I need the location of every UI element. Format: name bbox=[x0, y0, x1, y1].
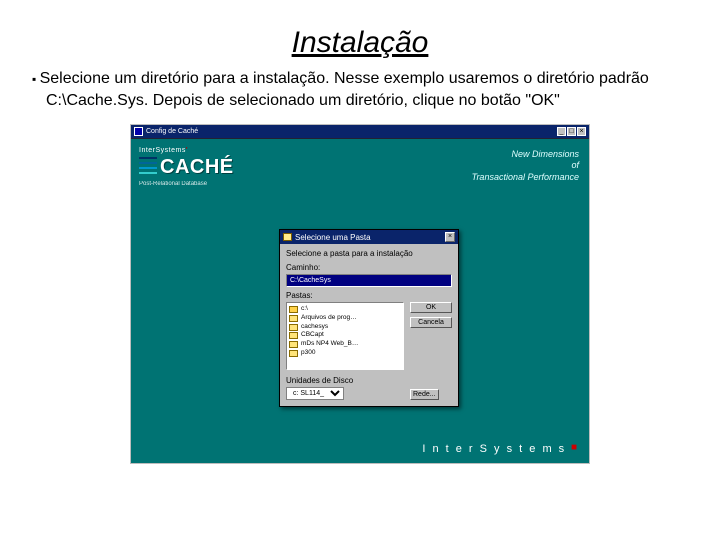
slide-title: Instalação bbox=[18, 26, 702, 60]
folder-icon bbox=[289, 324, 298, 331]
slogan-line: Transactional Performance bbox=[472, 172, 579, 183]
folder-icon bbox=[289, 332, 298, 339]
footer-brand: I n t e r S y s t e m s ■ bbox=[422, 442, 579, 455]
brand-name: InterSystems bbox=[139, 147, 186, 154]
list-item: mDs NP4 Web_B… bbox=[289, 340, 401, 349]
folders-listbox[interactable]: c:\ Arquivos de prog… cachesys CBCapt mD… bbox=[286, 302, 404, 370]
folder-icon bbox=[289, 306, 298, 313]
cancel-button[interactable]: Cancela bbox=[410, 317, 452, 328]
folder-icon bbox=[289, 315, 298, 322]
path-label: Caminho: bbox=[286, 263, 452, 272]
window-title: Config de Caché bbox=[146, 128, 198, 135]
list-item: c:\ bbox=[289, 305, 401, 314]
close-icon[interactable]: × bbox=[577, 127, 586, 136]
list-item: CBCapt bbox=[289, 331, 401, 340]
dialog-titlebar: Selecione uma Pasta × bbox=[280, 230, 458, 244]
list-item: cachesys bbox=[289, 323, 401, 332]
slogan: New Dimensions of Transactional Performa… bbox=[472, 149, 579, 183]
slogan-line: New Dimensions bbox=[472, 149, 579, 160]
maximize-icon[interactable]: □ bbox=[567, 127, 576, 136]
brand-apostrophe: ' bbox=[186, 147, 188, 154]
ok-button[interactable]: OK bbox=[410, 302, 452, 313]
folder-icon bbox=[289, 350, 298, 357]
folder-icon bbox=[283, 233, 292, 241]
product-logo: InterSystems' CACHÉ Post-Relational Data… bbox=[139, 147, 259, 187]
window-titlebar: Config de Caché _ □ × bbox=[131, 125, 589, 139]
dialog-close-icon[interactable]: × bbox=[445, 232, 455, 242]
slide-bullet: Selecione um diretório para a instalação… bbox=[24, 68, 696, 111]
installer-window: Config de Caché _ □ × InterSystems' CACH… bbox=[131, 125, 589, 463]
minimize-icon[interactable]: _ bbox=[557, 127, 566, 136]
network-button[interactable]: Rede... bbox=[410, 389, 439, 400]
product-subtitle: Post-Relational Database bbox=[139, 181, 259, 187]
folder-select-dialog: Selecione uma Pasta × Selecione a pasta … bbox=[279, 229, 459, 407]
drives-label: Unidades de Disco bbox=[286, 376, 404, 385]
drive-select[interactable]: c: SL114_ bbox=[286, 387, 344, 400]
slogan-line: of bbox=[472, 160, 579, 171]
dialog-instruction: Selecione a pasta para a instalação bbox=[286, 249, 452, 258]
product-name: CACHÉ bbox=[160, 156, 234, 178]
list-item: p300 bbox=[289, 349, 401, 358]
dialog-title: Selecione uma Pasta bbox=[295, 233, 371, 242]
app-icon bbox=[134, 127, 143, 136]
folder-icon bbox=[289, 341, 298, 348]
list-item: Arquivos de prog… bbox=[289, 314, 401, 323]
path-input[interactable]: C:\CacheSys bbox=[286, 274, 452, 287]
folders-label: Pastas: bbox=[286, 291, 452, 300]
